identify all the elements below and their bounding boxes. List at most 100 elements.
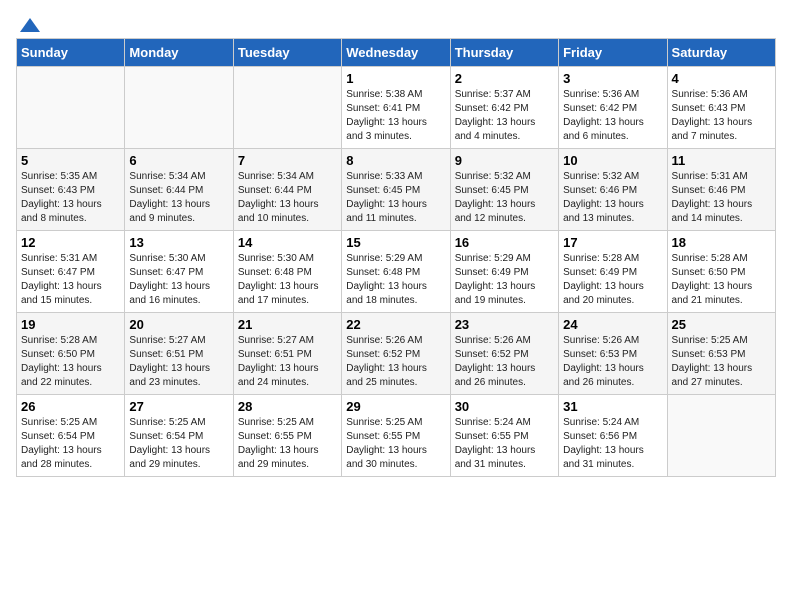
day-number: 22 [346, 317, 445, 332]
calendar-cell: 15 Sunrise: 5:29 AM Sunset: 6:48 PM Dayli… [342, 231, 450, 313]
calendar-cell: 26 Sunrise: 5:25 AM Sunset: 6:54 PM Dayli… [17, 395, 125, 477]
calendar-cell: 8 Sunrise: 5:33 AM Sunset: 6:45 PM Daylig… [342, 149, 450, 231]
calendar-cell: 22 Sunrise: 5:26 AM Sunset: 6:52 PM Dayli… [342, 313, 450, 395]
day-number: 5 [21, 153, 120, 168]
calendar-cell [125, 67, 233, 149]
calendar-cell [17, 67, 125, 149]
day-number: 31 [563, 399, 662, 414]
calendar-cell: 20Sunrise: 5:27 AM Sunset: 6:51 PM Dayli… [125, 313, 233, 395]
day-info: Sunrise: 5:25 AM Sunset: 6:53 PM Dayligh… [672, 334, 771, 390]
calendar-cell: 28Sunrise: 5:25 AM Sunset: 6:55 PM Dayli… [233, 395, 341, 477]
day-info: Sunrise: 5:27 AM Sunset: 6:51 PM Dayligh… [238, 334, 337, 390]
day-info: Sunrise: 5:25 AM Sunset: 6:55 PM Dayligh… [238, 416, 337, 472]
day-info: Sunrise: 5:28 AM Sunset: 6:50 PM Dayligh… [21, 334, 120, 390]
day-info: Sunrise: 5:36 AM Sunset: 6:43 PM Dayligh… [672, 88, 771, 144]
calendar-cell: 24 Sunrise: 5:26 AM Sunset: 6:53 PM Dayli… [559, 313, 667, 395]
day-info: Sunrise: 5:29 AM Sunset: 6:48 PM Dayligh… [346, 252, 445, 308]
day-info: Sunrise: 5:32 AM Sunset: 6:46 PM Dayligh… [563, 170, 662, 226]
calendar-cell: 21 Sunrise: 5:27 AM Sunset: 6:51 PM Dayli… [233, 313, 341, 395]
day-number: 8 [346, 153, 445, 168]
day-info: Sunrise: 5:31 AM Sunset: 6:46 PM Dayligh… [672, 170, 771, 226]
day-number: 11 [672, 153, 771, 168]
calendar-cell: 13 Sunrise: 5:30 AM Sunset: 6:47 PM Dayli… [125, 231, 233, 313]
day-info: Sunrise: 5:28 AM Sunset: 6:49 PM Dayligh… [563, 252, 662, 308]
day-number: 3 [563, 71, 662, 86]
page-header [16, 16, 776, 30]
calendar-cell: 25 Sunrise: 5:25 AM Sunset: 6:53 PM Dayli… [667, 313, 775, 395]
day-info: Sunrise: 5:26 AM Sunset: 6:52 PM Dayligh… [346, 334, 445, 390]
day-number: 7 [238, 153, 337, 168]
calendar-cell: 4 Sunrise: 5:36 AM Sunset: 6:43 PM Daylig… [667, 67, 775, 149]
day-info: Sunrise: 5:29 AM Sunset: 6:49 PM Dayligh… [455, 252, 554, 308]
day-info: Sunrise: 5:25 AM Sunset: 6:55 PM Dayligh… [346, 416, 445, 472]
calendar-cell: 18 Sunrise: 5:28 AM Sunset: 6:50 PM Dayli… [667, 231, 775, 313]
day-info: Sunrise: 5:30 AM Sunset: 6:48 PM Dayligh… [238, 252, 337, 308]
day-info: Sunrise: 5:28 AM Sunset: 6:50 PM Dayligh… [672, 252, 771, 308]
day-info: Sunrise: 5:38 AM Sunset: 6:41 PM Dayligh… [346, 88, 445, 144]
calendar-cell: 10 Sunrise: 5:32 AM Sunset: 6:46 PM Dayli… [559, 149, 667, 231]
weekday-header-saturday: Saturday [667, 39, 775, 67]
day-number: 6 [129, 153, 228, 168]
day-number: 23 [455, 317, 554, 332]
day-info: Sunrise: 5:26 AM Sunset: 6:53 PM Dayligh… [563, 334, 662, 390]
weekday-header-friday: Friday [559, 39, 667, 67]
day-number: 18 [672, 235, 771, 250]
calendar-cell: 27 Sunrise: 5:25 AM Sunset: 6:54 PM Dayli… [125, 395, 233, 477]
calendar-cell [233, 67, 341, 149]
day-info: Sunrise: 5:32 AM Sunset: 6:45 PM Dayligh… [455, 170, 554, 226]
calendar-cell: 2Sunrise: 5:37 AM Sunset: 6:42 PM Daylig… [450, 67, 558, 149]
day-number: 21 [238, 317, 337, 332]
day-info: Sunrise: 5:33 AM Sunset: 6:45 PM Dayligh… [346, 170, 445, 226]
day-info: Sunrise: 5:24 AM Sunset: 6:55 PM Dayligh… [455, 416, 554, 472]
calendar-cell: 29 Sunrise: 5:25 AM Sunset: 6:55 PM Dayli… [342, 395, 450, 477]
day-number: 15 [346, 235, 445, 250]
weekday-header-sunday: Sunday [17, 39, 125, 67]
day-info: Sunrise: 5:26 AM Sunset: 6:52 PM Dayligh… [455, 334, 554, 390]
day-number: 17 [563, 235, 662, 250]
day-number: 14 [238, 235, 337, 250]
day-number: 12 [21, 235, 120, 250]
calendar-cell: 14 Sunrise: 5:30 AM Sunset: 6:48 PM Dayli… [233, 231, 341, 313]
day-info: Sunrise: 5:25 AM Sunset: 6:54 PM Dayligh… [129, 416, 228, 472]
day-info: Sunrise: 5:31 AM Sunset: 6:47 PM Dayligh… [21, 252, 120, 308]
day-info: Sunrise: 5:36 AM Sunset: 6:42 PM Dayligh… [563, 88, 662, 144]
day-number: 4 [672, 71, 771, 86]
calendar-cell: 6 Sunrise: 5:34 AM Sunset: 6:44 PM Daylig… [125, 149, 233, 231]
day-info: Sunrise: 5:25 AM Sunset: 6:54 PM Dayligh… [21, 416, 120, 472]
day-number: 10 [563, 153, 662, 168]
day-info: Sunrise: 5:37 AM Sunset: 6:42 PM Dayligh… [455, 88, 554, 144]
calendar-cell: 31 Sunrise: 5:24 AM Sunset: 6:56 PM Dayli… [559, 395, 667, 477]
logo [16, 16, 40, 30]
day-number: 29 [346, 399, 445, 414]
weekday-header-tuesday: Tuesday [233, 39, 341, 67]
calendar-cell: 1 Sunrise: 5:38 AM Sunset: 6:41 PM Daylig… [342, 67, 450, 149]
day-number: 27 [129, 399, 228, 414]
calendar-cell: 16 Sunrise: 5:29 AM Sunset: 6:49 PM Dayli… [450, 231, 558, 313]
day-info: Sunrise: 5:34 AM Sunset: 6:44 PM Dayligh… [129, 170, 228, 226]
calendar-cell: 19 Sunrise: 5:28 AM Sunset: 6:50 PM Dayli… [17, 313, 125, 395]
day-number: 9 [455, 153, 554, 168]
day-info: Sunrise: 5:30 AM Sunset: 6:47 PM Dayligh… [129, 252, 228, 308]
day-number: 25 [672, 317, 771, 332]
day-info: Sunrise: 5:34 AM Sunset: 6:44 PM Dayligh… [238, 170, 337, 226]
day-number: 26 [21, 399, 120, 414]
day-info: Sunrise: 5:24 AM Sunset: 6:56 PM Dayligh… [563, 416, 662, 472]
calendar-table: SundayMondayTuesdayWednesdayThursdayFrid… [16, 38, 776, 477]
day-number: 1 [346, 71, 445, 86]
logo-icon [18, 16, 40, 34]
calendar-cell: 3 Sunrise: 5:36 AM Sunset: 6:42 PM Daylig… [559, 67, 667, 149]
day-number: 19 [21, 317, 120, 332]
weekday-header-wednesday: Wednesday [342, 39, 450, 67]
day-number: 13 [129, 235, 228, 250]
calendar-cell: 11 Sunrise: 5:31 AM Sunset: 6:46 PM Dayli… [667, 149, 775, 231]
calendar-cell: 12 Sunrise: 5:31 AM Sunset: 6:47 PM Dayli… [17, 231, 125, 313]
weekday-header-thursday: Thursday [450, 39, 558, 67]
calendar-cell: 9 Sunrise: 5:32 AM Sunset: 6:45 PM Daylig… [450, 149, 558, 231]
calendar-cell: 7 Sunrise: 5:34 AM Sunset: 6:44 PM Daylig… [233, 149, 341, 231]
day-info: Sunrise: 5:35 AM Sunset: 6:43 PM Dayligh… [21, 170, 120, 226]
day-info: Sunrise: 5:27 AM Sunset: 6:51 PM Dayligh… [129, 334, 228, 390]
day-number: 30 [455, 399, 554, 414]
weekday-header-monday: Monday [125, 39, 233, 67]
day-number: 16 [455, 235, 554, 250]
day-number: 24 [563, 317, 662, 332]
